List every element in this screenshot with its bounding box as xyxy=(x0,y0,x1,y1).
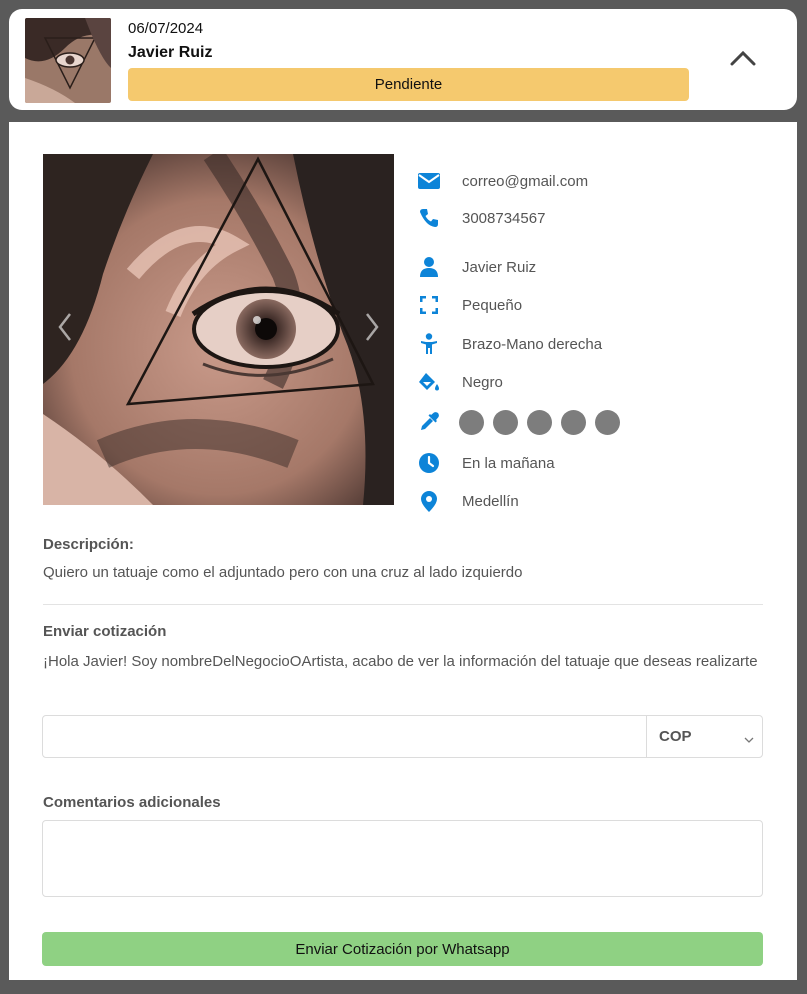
map-pin-icon xyxy=(418,490,440,512)
phone-icon xyxy=(418,207,440,229)
chevron-left-icon xyxy=(58,312,72,347)
color-swatch xyxy=(493,409,518,435)
color-swatch xyxy=(595,409,620,435)
comments-label: Comentarios adicionales xyxy=(43,794,221,811)
description-label: Descripción: xyxy=(43,536,134,553)
eyedropper-icon xyxy=(418,411,440,433)
info-city: Medellín xyxy=(418,486,519,516)
envelope-icon xyxy=(418,170,440,192)
carousel-next-button[interactable] xyxy=(360,309,384,349)
request-header-card[interactable]: 06/07/2024 Javier Ruiz Pendiente xyxy=(9,9,797,110)
chevron-right-icon xyxy=(365,312,379,347)
body-part-value: Brazo-Mano derecha xyxy=(462,335,603,353)
child-icon xyxy=(418,333,440,355)
comments-field[interactable] xyxy=(42,820,763,897)
quote-label: Enviar cotización xyxy=(43,623,167,640)
client-name-title: Javier Ruiz xyxy=(128,44,213,61)
info-size: Pequeño xyxy=(418,290,522,320)
status-badge: Pendiente xyxy=(128,68,689,101)
paint-bucket-icon xyxy=(418,371,440,393)
quote-message: ¡Hola Javier! Soy nombreDelNegocioOArtis… xyxy=(43,653,758,670)
currency-value: COP xyxy=(659,728,692,745)
expand-icon xyxy=(418,294,440,316)
info-phone: 3008734567 xyxy=(418,203,545,233)
client-name-value: Javier Ruiz xyxy=(462,258,537,276)
size-value: Pequeño xyxy=(462,296,523,314)
info-email: correo@gmail.com xyxy=(418,166,588,196)
info-color: Negro xyxy=(418,367,503,397)
info-palette xyxy=(418,407,620,437)
schedule-value: En la mañana xyxy=(462,454,555,472)
section-divider xyxy=(43,604,763,605)
send-whatsapp-quote-button[interactable]: Enviar Cotización por Whatsapp xyxy=(42,932,763,966)
carousel-prev-button[interactable] xyxy=(53,309,77,349)
clock-icon xyxy=(418,452,440,474)
color-swatch xyxy=(527,409,552,435)
phone-value: 3008734567 xyxy=(462,209,546,227)
request-date: 06/07/2024 xyxy=(128,20,204,37)
price-input[interactable] xyxy=(43,716,646,757)
currency-select[interactable]: COP xyxy=(646,716,762,757)
collapse-button[interactable] xyxy=(723,45,763,75)
info-client: Javier Ruiz xyxy=(418,252,536,282)
chevron-down-icon xyxy=(744,731,754,748)
price-input-group: COP xyxy=(42,715,763,758)
tattoo-thumbnail xyxy=(25,18,111,103)
email-value: correo@gmail.com xyxy=(462,172,589,190)
user-icon xyxy=(418,256,440,278)
info-body-part: Brazo-Mano derecha xyxy=(418,329,602,359)
color-swatch xyxy=(459,409,484,435)
info-schedule: En la mañana xyxy=(418,448,555,478)
chevron-up-icon xyxy=(730,50,756,71)
tattoo-reference-image xyxy=(43,154,394,505)
city-value: Medellín xyxy=(462,492,519,510)
request-detail-card: correo@gmail.com 3008734567 Javier Ruiz … xyxy=(9,122,797,980)
color-swatches xyxy=(459,409,620,435)
color-value: Negro xyxy=(462,373,503,391)
color-swatch xyxy=(561,409,586,435)
description-text: Quiero un tatuaje como el adjuntado pero… xyxy=(43,564,523,581)
